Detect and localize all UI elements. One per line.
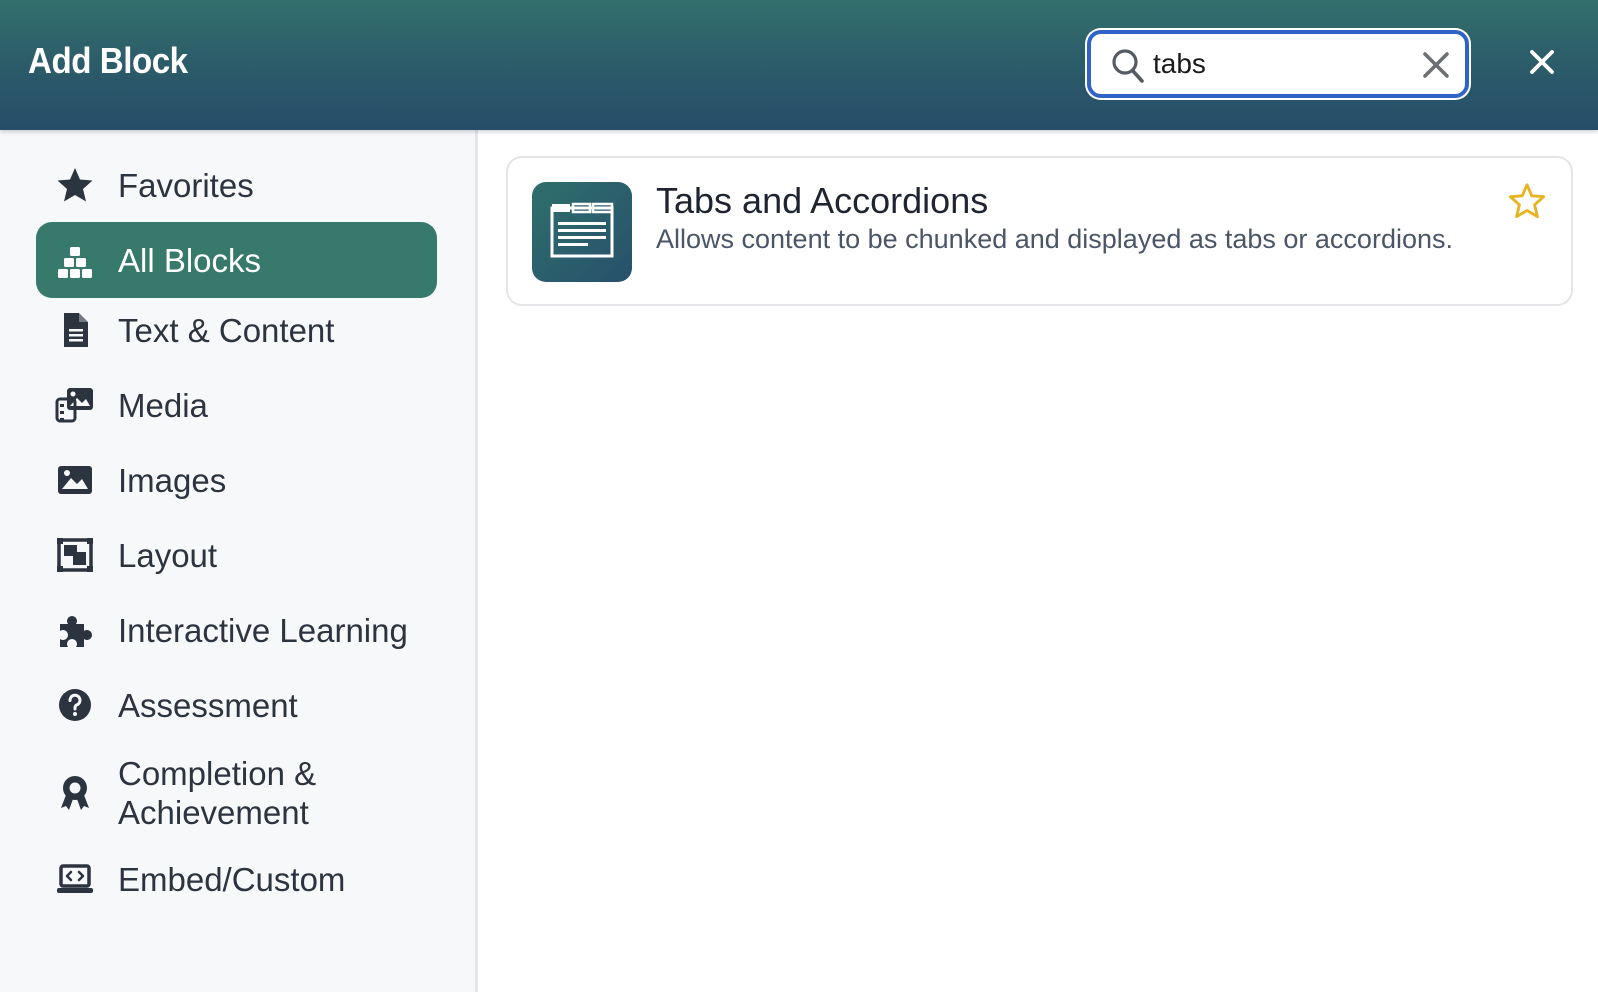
sidebar-item-favorites[interactable]: Favorites xyxy=(36,147,437,223)
results-panel: Tabs and Accordions Allows content to be… xyxy=(481,130,1598,992)
search-icon xyxy=(1112,49,1144,83)
sidebar-item-label: Images xyxy=(118,461,227,499)
question-icon xyxy=(54,684,96,726)
layout-icon xyxy=(54,534,96,576)
sidebar-item-label: Interactive Learning xyxy=(118,611,408,649)
favorite-star-icon[interactable] xyxy=(1508,182,1546,220)
embed-icon xyxy=(54,858,96,900)
media-icon xyxy=(54,384,96,426)
image-icon xyxy=(54,459,96,501)
sidebar-item-media[interactable]: Media xyxy=(36,367,437,443)
modal-header: Add Block xyxy=(0,0,1598,130)
star-icon xyxy=(54,164,96,206)
sidebar-item-assessment[interactable]: Assessment xyxy=(36,667,437,743)
sidebar-item-embed-custom[interactable]: Embed/Custom xyxy=(36,841,437,917)
sidebar-item-label: Completion & Achievement xyxy=(118,755,317,831)
search-box[interactable] xyxy=(1087,30,1469,98)
close-icon[interactable] xyxy=(1527,47,1557,77)
sidebar-item-label: Layout xyxy=(118,536,218,574)
block-title: Tabs and Accordions xyxy=(656,180,989,221)
award-icon xyxy=(54,772,96,814)
sidebar-item-label: Text & Content xyxy=(118,311,335,349)
search-input[interactable] xyxy=(1153,44,1403,84)
block-card-tabs-accordions[interactable]: Tabs and Accordions Allows content to be… xyxy=(506,156,1573,306)
sidebar-item-label: Media xyxy=(118,386,208,424)
sidebar-item-label: All Blocks xyxy=(118,241,262,279)
sidebar-item-interactive-learning[interactable]: Interactive Learning xyxy=(36,592,437,668)
modal-title: Add Block xyxy=(28,40,188,81)
category-sidebar: Favorites All Blocks Text & Content Medi… xyxy=(0,130,478,992)
sidebar-item-label: Assessment xyxy=(118,686,298,724)
sidebar-item-label: Favorites xyxy=(118,166,254,204)
block-description: Allows content to be chunked and display… xyxy=(656,224,1453,254)
document-icon xyxy=(54,309,96,351)
sidebar-item-text-content[interactable]: Text & Content xyxy=(36,292,437,368)
sidebar-item-layout[interactable]: Layout xyxy=(36,517,437,593)
puzzle-icon xyxy=(54,609,96,651)
clear-search-icon[interactable] xyxy=(1421,50,1451,80)
sidebar-item-images[interactable]: Images xyxy=(36,442,437,518)
sidebar-item-label: Embed/Custom xyxy=(118,860,346,898)
tabs-window-icon xyxy=(532,182,632,282)
sidebar-item-completion-achievement[interactable]: Completion & Achievement xyxy=(36,750,437,836)
sidebar-item-all-blocks[interactable]: All Blocks xyxy=(36,222,437,298)
blocks-icon xyxy=(54,239,96,281)
